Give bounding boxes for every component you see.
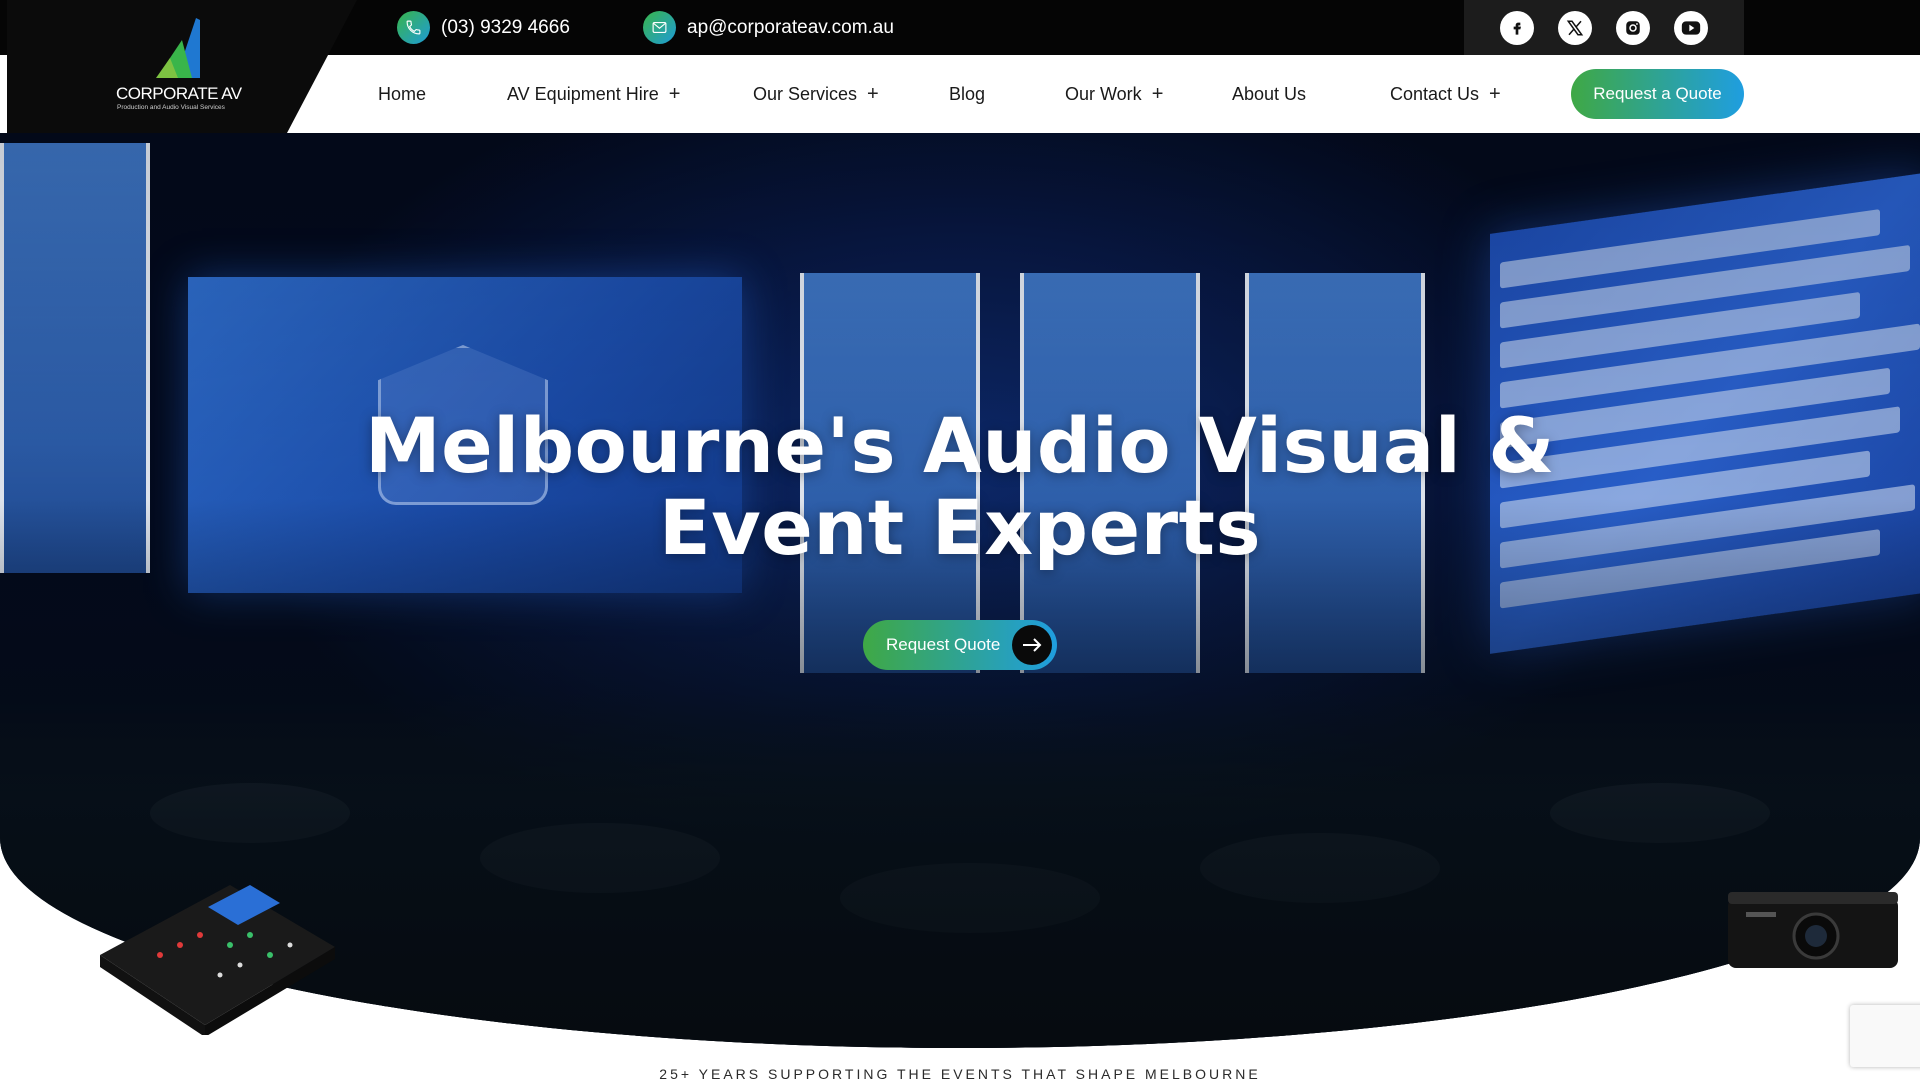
recaptcha-badge[interactable] bbox=[1850, 1005, 1920, 1067]
nav-label: Contact Us bbox=[1390, 83, 1480, 104]
instagram-icon[interactable] bbox=[1616, 10, 1650, 45]
nav-label: AV Equipment Hire bbox=[507, 83, 659, 104]
email-address: ap@corporateav.com.au bbox=[687, 16, 894, 38]
nav-about-us[interactable]: About Us bbox=[1232, 55, 1306, 133]
request-quote-button[interactable]: Request Quote bbox=[863, 620, 1057, 670]
arrow-right-icon bbox=[1012, 625, 1052, 665]
nav-blog[interactable]: Blog bbox=[949, 55, 985, 133]
youtube-icon[interactable] bbox=[1674, 10, 1708, 45]
email-contact[interactable]: ap@corporateav.com.au bbox=[643, 11, 894, 44]
request-quote-label: Request Quote bbox=[886, 635, 1001, 654]
section-tagline: 25+ YEARS SUPPORTING THE EVENTS THAT SHA… bbox=[659, 1066, 1261, 1080]
nav-label: Blog bbox=[949, 83, 986, 104]
nav-our-work[interactable]: Our Work + bbox=[1065, 55, 1163, 133]
nav-label: Our Services bbox=[753, 83, 858, 104]
logo-mark-icon bbox=[156, 18, 200, 78]
hero-title-line-2: Event Experts bbox=[658, 483, 1262, 572]
hero-title-line-1: Melbourne's Audio Visual & bbox=[364, 401, 1556, 490]
logo-tagline: Production and Audio Visual Services bbox=[117, 104, 225, 111]
nav-label: Our Work bbox=[1065, 83, 1142, 104]
expand-plus-icon: + bbox=[1151, 82, 1164, 105]
nav-label: Home bbox=[378, 83, 427, 104]
email-icon bbox=[643, 11, 676, 44]
expand-plus-icon: + bbox=[867, 82, 879, 105]
logo-name: CORPORATE AV bbox=[116, 84, 242, 103]
phone-number: (03) 9329 4666 bbox=[441, 16, 570, 38]
video-mixer-image bbox=[100, 885, 335, 1037]
nav-label: About Us bbox=[1232, 83, 1307, 104]
phone-contact[interactable]: (03) 9329 4666 bbox=[397, 11, 570, 44]
request-a-quote-button[interactable]: Request a Quote bbox=[1571, 69, 1744, 119]
x-icon[interactable] bbox=[1558, 10, 1592, 45]
hero-title: Melbourne's Audio Visual & Event Experts bbox=[360, 405, 1560, 569]
nav-our-services[interactable]: Our Services + bbox=[753, 55, 879, 133]
site-logo[interactable]: CORPORATE AV Production and Audio Visual… bbox=[108, 18, 248, 118]
nav-av-equipment-hire[interactable]: AV Equipment Hire + bbox=[507, 55, 680, 133]
facebook-icon[interactable] bbox=[1500, 10, 1534, 45]
projector-image bbox=[1726, 884, 1901, 976]
expand-plus-icon: + bbox=[1489, 82, 1501, 105]
nav-contact-us[interactable]: Contact Us + bbox=[1390, 55, 1501, 133]
expand-plus-icon: + bbox=[668, 82, 681, 105]
phone-icon bbox=[397, 11, 430, 44]
nav-home[interactable]: Home bbox=[378, 55, 426, 133]
social-links bbox=[1464, 0, 1744, 55]
